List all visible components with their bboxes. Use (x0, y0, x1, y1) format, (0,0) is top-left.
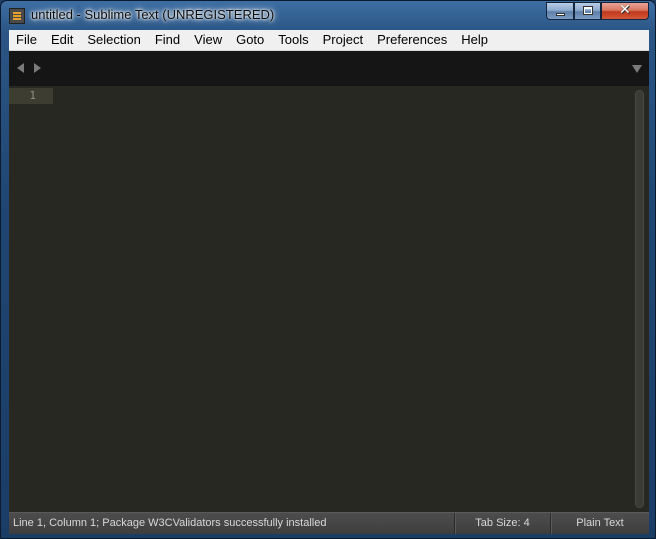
minimize-button[interactable] (546, 2, 574, 20)
menu-bar: File Edit Selection Find View Goto Tools… (9, 30, 649, 51)
menu-project[interactable]: Project (316, 30, 370, 50)
tab-bar (9, 51, 649, 86)
minimize-icon (556, 13, 565, 16)
window-title: untitled - Sublime Text (UNREGISTERED) (31, 7, 275, 22)
menu-goto[interactable]: Goto (229, 30, 271, 50)
tab-list-dropdown-icon[interactable] (632, 65, 642, 73)
menu-selection[interactable]: Selection (80, 30, 147, 50)
tab-scroll-right-icon[interactable] (34, 63, 41, 73)
menu-edit[interactable]: Edit (44, 30, 80, 50)
maximize-icon (583, 6, 593, 15)
tab-size-selector[interactable]: Tab Size: 4 (455, 513, 550, 534)
editor-area[interactable]: 1 (9, 86, 649, 512)
syntax-selector[interactable]: Plain Text (551, 513, 649, 534)
title-bar[interactable]: untitled - Sublime Text (UNREGISTERED) ✕ (1, 1, 655, 30)
close-icon: ✕ (619, 2, 631, 18)
sublime-app-icon[interactable] (9, 8, 25, 24)
vertical-scrollbar[interactable] (635, 90, 644, 508)
menu-tools[interactable]: Tools (271, 30, 315, 50)
tab-scroll-left-icon[interactable] (17, 63, 24, 73)
menu-view[interactable]: View (187, 30, 229, 50)
scrollbar-thumb[interactable] (635, 90, 644, 508)
status-message: Line 1, Column 1; Package W3CValidators … (13, 517, 327, 529)
line-number: 1 (9, 88, 53, 104)
menu-preferences[interactable]: Preferences (370, 30, 454, 50)
menu-help[interactable]: Help (454, 30, 495, 50)
menu-find[interactable]: Find (148, 30, 187, 50)
close-button[interactable]: ✕ (601, 2, 649, 20)
maximize-button[interactable] (574, 2, 601, 20)
menu-file[interactable]: File (9, 30, 44, 50)
app-window: untitled - Sublime Text (UNREGISTERED) ✕… (0, 0, 656, 539)
status-bar: Line 1, Column 1; Package W3CValidators … (9, 512, 649, 534)
window-controls: ✕ (546, 2, 649, 21)
